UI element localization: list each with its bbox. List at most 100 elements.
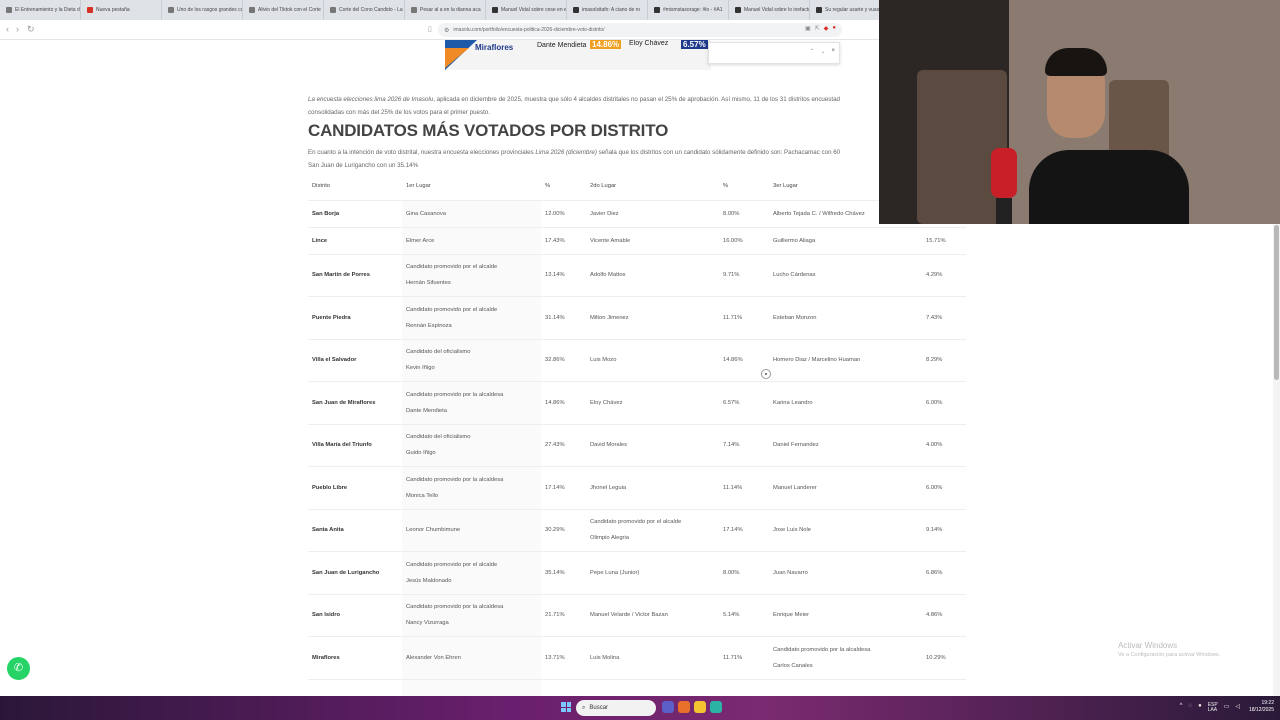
second-place-cell: David Morales [586,424,719,467]
browser-tab[interactable]: Manuel Vidal sobre cese en esa [486,0,567,20]
find-in-page-bar[interactable]: ⌃ ⌄ × [708,42,840,64]
second-place-cell: Jhonel Leguia [586,466,719,510]
browser-tab[interactable]: Pesar al a en la dianna aca [405,0,486,20]
brave-icon[interactable] [678,701,690,713]
browser-tab[interactable]: Alivio del Tiktok con el Corte [243,0,324,20]
second-pct-cell: 17.14% [719,509,769,552]
third-place-cell-text: Daniel Fernandez [773,442,819,449]
first-pct-cell-text: 17.43% [545,237,565,244]
second-place-cell: Candidato promovido por el alcalde Olimpi… [586,509,719,552]
share-icon[interactable]: ⇱ [815,25,820,32]
tiktok-favicon-icon [573,7,579,13]
district-cell-text: San Isidro [312,612,341,619]
browser-tab[interactable]: Uno de los rasgos grandes como [162,0,243,20]
first-place-cell-text: Dante Mendieta [406,407,447,414]
find-previous-icon[interactable]: ⌃ [809,48,814,55]
bookmark-icon[interactable]: ▯ [428,25,432,33]
third-pct-cell: 4.29% [922,254,966,297]
tray-network-icon[interactable]: ◌ [1188,703,1192,713]
third-place-cell: Esteban Monzon [769,296,922,340]
third-place-cell: Daniel Fernandez [769,424,922,467]
address-bar[interactable]: ⚙ imasolu.com/portfolio/encuesta-politic… [438,23,842,37]
tray-volume-icon[interactable]: ◁ [1235,703,1240,713]
activate-windows-subtitle: Ve a Configuración para activar Windows. [1118,652,1221,658]
first-pct-cell: 27.43% [541,424,586,467]
tray-arrow-icon[interactable]: ^ [1180,703,1183,713]
district-cell-text: Miraflores [312,654,340,661]
tray-monitor-icon[interactable]: ▭ [1224,703,1230,713]
second-place-cell: Vicente Amable [586,227,719,255]
second-place-cell-text: Candidato promovido por el alcalde [590,519,682,526]
browser-tab[interactable]: imasolsitafo: A ciano de ro [567,0,648,20]
second-place-cell-text: Manuel Velarde / Victor Bazan [590,612,668,619]
site-info-icon[interactable]: ⚙ [444,27,449,34]
second-pct-cell-text: 5.14% [723,612,740,619]
second-pct-cell-text: 8.00% [723,210,740,217]
second-pct-cell-text: 17.14% [723,527,743,534]
taskbar-clock[interactable]: 19:22 18/12/2025 [1249,700,1274,714]
third-place-cell: Enrique Meier [769,594,922,637]
explorer-icon[interactable] [694,701,706,713]
extension-icon[interactable]: ● [832,25,836,32]
webcam-overlay [879,0,1280,224]
second-pct-cell: 8.00% [719,551,769,595]
first-place-cell-text: Candidato promovido por el alcalde [406,306,498,313]
browser-tab[interactable]: #mismstasorage: #lo - #A1 [648,0,729,20]
first-place-cell-text: Candidato del oficialismo [406,434,471,441]
third-place-cell: Karina Leandro [769,381,922,425]
taskbar-search[interactable]: ⌕ Buscar [576,700,656,716]
first-place-cell-text: Guido Iñigo [406,450,436,457]
first-place-cell-text: Monica Tello [406,492,439,499]
reload-icon[interactable]: ↻ [27,24,35,35]
windows-start-icon[interactable] [561,702,571,712]
second-place-cell-text: Luis Molina [590,654,620,661]
tiktok-favicon-icon [492,7,498,13]
third-pct-cell: 6.00% [922,466,966,510]
third-place-cell-text: Juan Navarro [773,569,808,576]
tray-mic-icon[interactable]: ● [1198,703,1202,713]
edge-icon[interactable] [710,701,722,713]
first-place-cell: Candidato promovido por la alcaldesa Nanc… [402,594,541,637]
second-place-cell-text: Pepe Luna (Junior) [590,569,640,576]
scrollbar-thumb[interactable] [1274,225,1279,380]
browser-tab[interactable]: Corte del Cono Candido - La Ri [324,0,405,20]
second-place-cell-text: David Morales [590,442,628,449]
back-icon[interactable]: ‹ [6,24,9,34]
browser-tab[interactable]: Nueva pestaña [81,0,162,20]
browser-tab[interactable]: El Entrenamiento y la Dieta de [0,0,81,20]
third-place-cell-text: Carlos Canales [773,662,813,669]
forward-icon[interactable]: › [16,24,19,34]
third-place-cell-text: Jose Luis Nole [773,527,812,534]
second-place-cell-text: Eloy Chávez [590,399,623,406]
second-place-cell: Javier Diez [586,200,719,228]
third-place-cell: Candidato promovido por la alcaldesa Carl… [769,636,922,680]
first-place-cell-text: Elmer Arce [406,237,435,244]
activate-windows-watermark: Activar Windows Ve a Configuración para … [1118,641,1220,658]
find-next-icon[interactable]: ⌄ [820,48,825,55]
tiktok-favicon-icon [654,7,660,13]
translate-icon[interactable]: ▣ [805,25,811,32]
first-pct-cell-text: 32.86% [545,357,565,364]
shield-icon[interactable]: ◆ [824,25,829,32]
third-pct-cell: 15.71% [922,227,966,255]
third-pct-cell-text: 7.43% [926,314,943,321]
first-pct-cell: 32.86% [541,339,586,382]
first-pct-cell: 16.29% [541,679,586,696]
first-pct-cell: 13.71% [541,636,586,680]
close-icon[interactable]: × [831,48,835,55]
second-place-cell-text: Adolfo Mattos [590,272,626,279]
third-pct-cell-text: 6.86% [926,569,943,576]
first-pct-cell: 13.14% [541,254,586,297]
district-cell: Villa el Salvador [308,339,402,382]
language-indicator[interactable]: ESP LAA [1208,703,1218,713]
url-text: imasolu.com/portfolio/encuesta-politica-… [453,27,605,33]
district-cell-text: San Juan de Lurigancho [312,569,380,576]
second-place-cell: Manuel Velarde / Victor Bazan [586,594,719,637]
second-pct-cell-text: 11.71% [723,314,743,321]
browser-tab[interactable]: Manuel Vidal sobre lo inefacto [729,0,810,20]
second-place-cell-text: Milton Jimenez [590,314,629,321]
whatsapp-icon[interactable]: ✆ [7,657,30,680]
graphic-candidate-1: Dante Mendieta [537,42,587,49]
district-cell-text: San Juan de Miraflores [312,399,376,406]
teams-icon[interactable] [662,701,674,713]
